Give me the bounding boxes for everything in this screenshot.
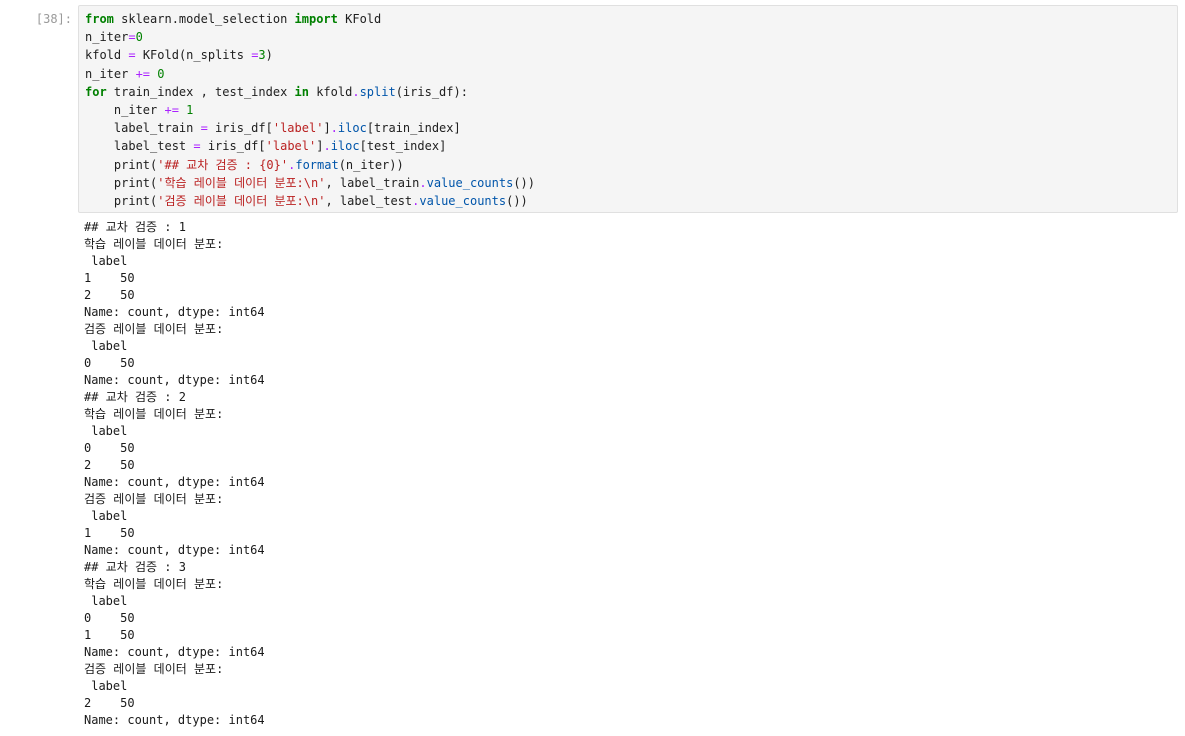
code-token: += — [135, 66, 151, 81]
code-token: print( — [85, 193, 158, 208]
output-line: 2 50 — [84, 696, 135, 710]
output-line: 검증 레이블 데이터 분포: — [84, 492, 224, 506]
output-line: label — [84, 254, 128, 268]
code-token: 0 — [135, 30, 143, 45]
code-line: n_iter += 0 — [85, 65, 1177, 83]
code-line: label_test = iris_df['label'].iloc[test_… — [85, 137, 1177, 155]
code-token: value_counts — [419, 193, 507, 208]
output-line: label — [84, 339, 128, 353]
code-token: 'label' — [265, 139, 317, 154]
code-token: ()) — [513, 175, 535, 190]
code-token: print( — [85, 175, 158, 190]
output-line: ## 교차 검증 : 2 — [84, 390, 186, 404]
output-line: 1 50 — [84, 526, 135, 540]
output-line: 0 50 — [84, 356, 135, 370]
code-token: split — [359, 84, 396, 99]
code-line: kfold = KFold(n_splits =3) — [85, 46, 1177, 64]
code-line: label_train = iris_df['label'].iloc[trai… — [85, 119, 1177, 137]
code-token: [train_index] — [366, 121, 461, 136]
code-token: ] — [323, 121, 331, 136]
output-line: 2 50 — [84, 288, 135, 302]
output-line: 2 50 — [84, 458, 135, 472]
code-token: in — [294, 84, 309, 99]
code-line: n_iter += 1 — [85, 101, 1177, 119]
code-token: '## 교차 검증 : {0}' — [157, 157, 289, 172]
code-line: print('## 교차 검증 : {0}'.format(n_iter)) — [85, 156, 1177, 174]
output-line: label — [84, 424, 128, 438]
code-token: 1 — [186, 102, 194, 117]
code-token: . — [330, 121, 338, 136]
execution-count-prompt: [38]: — [35, 12, 72, 26]
code-token: KFold(n_splits — [135, 48, 252, 63]
code-token: train_index , test_index — [106, 84, 295, 99]
code-token: format — [295, 157, 339, 172]
code-token: (n_iter)) — [338, 157, 404, 172]
output-line: label — [84, 509, 128, 523]
code-token: iloc — [337, 121, 367, 136]
output-line: 0 50 — [84, 611, 135, 625]
code-token: kfold — [308, 84, 353, 99]
output-line: ## 교차 검증 : 3 — [84, 560, 186, 574]
code-token: . — [419, 175, 427, 190]
output-line: Name: count, dtype: int64 — [84, 645, 265, 659]
output-line: Name: count, dtype: int64 — [84, 305, 265, 319]
code-line: from sklearn.model_selection import KFol… — [85, 10, 1177, 28]
code-token: iris_df[ — [200, 139, 266, 154]
code-token: = — [200, 121, 208, 136]
code-token: '학습 레이블 데이터 분포:\n' — [157, 175, 326, 190]
output-line: Name: count, dtype: int64 — [84, 475, 265, 489]
code-token: . — [323, 139, 331, 154]
code-token: 'label' — [272, 121, 324, 136]
output-line: ## 교차 검증 : 1 — [84, 220, 186, 234]
code-token: kfold — [85, 48, 129, 63]
output-line: 학습 레이블 데이터 분포: — [84, 407, 224, 421]
code-token: iris_df[ — [207, 121, 273, 136]
code-line: for train_index , test_index in kfold.sp… — [85, 83, 1177, 101]
code-token: value_counts — [426, 175, 514, 190]
code-line: print('학습 레이블 데이터 분포:\n', label_train.va… — [85, 174, 1177, 192]
code-line: print('검증 레이블 데이터 분포:\n', label_test.val… — [85, 192, 1177, 210]
code-token: n_iter — [85, 102, 165, 117]
code-token: label_test — [85, 139, 194, 154]
code-token: 3 — [258, 48, 266, 63]
code-token: print( — [85, 157, 158, 172]
code-token: '검증 레이블 데이터 분포:\n' — [157, 193, 326, 208]
code-token: label_train — [85, 121, 201, 136]
output-line: 학습 레이블 데이터 분포: — [84, 577, 224, 591]
code-token: sklearn.model_selection — [113, 12, 295, 26]
code-token: n_iter — [85, 30, 129, 45]
code-token: , label_test — [325, 193, 413, 208]
code-token: import — [294, 12, 338, 26]
code-token: ) — [265, 48, 273, 63]
output-line: Name: count, dtype: int64 — [84, 373, 265, 387]
code-token: n_iter — [85, 66, 136, 81]
code-token: 0 — [157, 66, 165, 81]
output-line: label — [84, 679, 128, 693]
output-line: 검증 레이블 데이터 분포: — [84, 322, 224, 336]
code-token: ()) — [506, 193, 528, 208]
output-line: 학습 레이블 데이터 분포: — [84, 237, 224, 251]
code-token: iloc — [330, 139, 360, 154]
code-token: = — [128, 48, 136, 63]
code-token: = — [128, 30, 136, 45]
code-token: += — [164, 102, 179, 117]
output-line: 1 50 — [84, 271, 135, 285]
cell-output-area: ## 교차 검증 : 1 학습 레이블 데이터 분포: label 1 50 2 50… — [84, 219, 1174, 734]
code-token: for — [85, 84, 107, 99]
code-token: . — [352, 84, 360, 99]
code-line: n_iter=0 — [85, 28, 1177, 46]
code-cell-editor[interactable]: from sklearn.model_selection import KFol… — [78, 5, 1178, 213]
output-line: Name: count, dtype: int64 — [84, 713, 265, 727]
code-token: , label_train — [325, 175, 420, 190]
output-line: 1 50 — [84, 628, 135, 642]
code-token: (iris_df): — [395, 84, 468, 99]
code-token: = — [193, 139, 201, 154]
output-line: 0 50 — [84, 441, 135, 455]
code-token: KFold — [337, 12, 382, 26]
code-token: [test_index] — [359, 139, 447, 154]
output-line: 검증 레이블 데이터 분포: — [84, 662, 224, 676]
output-line: Name: count, dtype: int64 — [84, 543, 265, 557]
code-token: from — [85, 12, 114, 26]
output-line: label — [84, 594, 128, 608]
